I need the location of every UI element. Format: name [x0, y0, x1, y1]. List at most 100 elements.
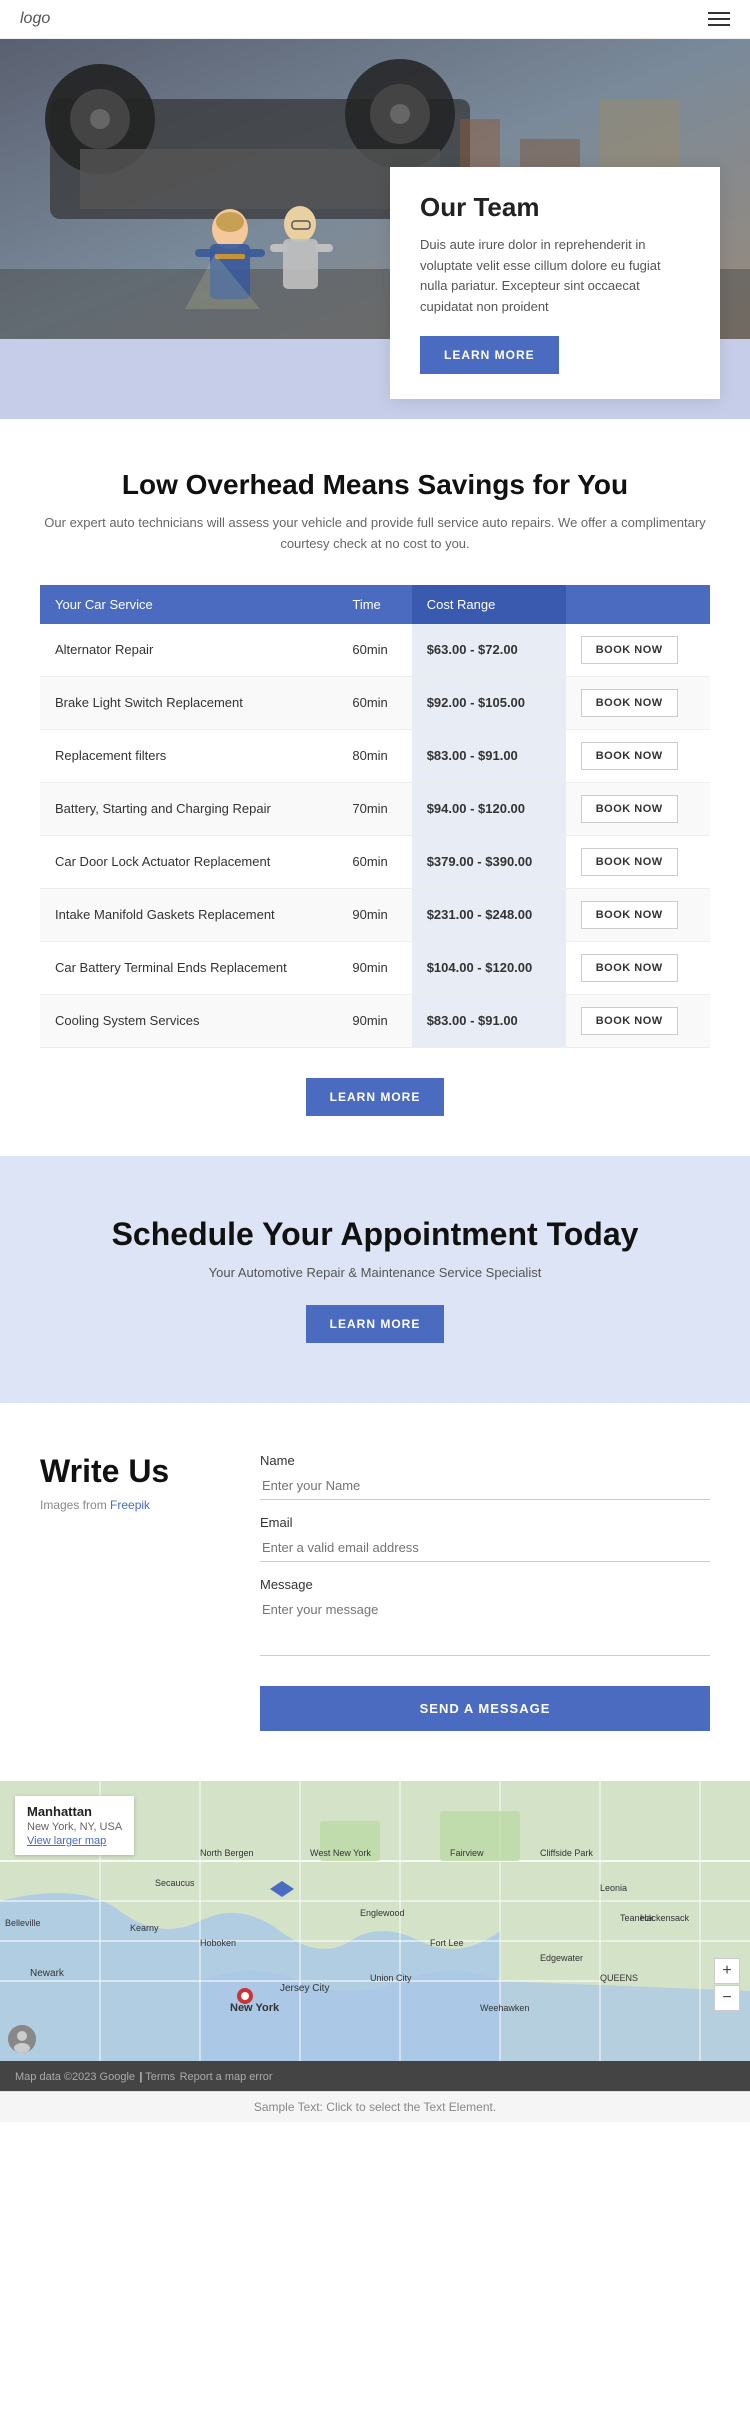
- name-label: Name: [260, 1453, 710, 1468]
- book-now-button[interactable]: BOOK NOW: [581, 795, 678, 823]
- service-table: Your Car Service Time Cost Range Alterna…: [40, 585, 710, 1048]
- table-row: Car Battery Terminal Ends Replacement 90…: [40, 941, 710, 994]
- svg-text:Weehawken: Weehawken: [480, 2003, 529, 2013]
- service-time: 80min: [337, 729, 411, 782]
- map-address: New York, NY, USA: [27, 1821, 122, 1833]
- col-header-service: Your Car Service: [40, 585, 337, 624]
- service-name: Replacement filters: [40, 729, 337, 782]
- svg-text:Kearny: Kearny: [130, 1923, 159, 1933]
- service-book-cell: BOOK NOW: [566, 676, 710, 729]
- book-now-button[interactable]: BOOK NOW: [581, 742, 678, 770]
- freepik-link[interactable]: Freepik: [110, 1498, 150, 1512]
- book-now-button[interactable]: BOOK NOW: [581, 901, 678, 929]
- svg-text:Edgewater: Edgewater: [540, 1953, 583, 1963]
- hero-title: Our Team: [420, 192, 690, 223]
- svg-text:Hackensack: Hackensack: [640, 1913, 690, 1923]
- savings-learn-more-container: LEARN MORE: [40, 1078, 710, 1116]
- service-book-cell: BOOK NOW: [566, 624, 710, 677]
- svg-text:Fort Lee: Fort Lee: [430, 1938, 464, 1948]
- zoom-out-button[interactable]: −: [714, 1985, 740, 2011]
- service-name: Battery, Starting and Charging Repair: [40, 782, 337, 835]
- svg-text:Belleville: Belleville: [5, 1918, 41, 1928]
- table-row: Intake Manifold Gaskets Replacement 90mi…: [40, 888, 710, 941]
- hamburger-menu[interactable]: [708, 12, 730, 26]
- bottom-bar-text: Sample Text: Click to select the Text El…: [254, 2100, 496, 2114]
- service-cost: $104.00 - $120.00: [412, 941, 566, 994]
- map-report-link[interactable]: Terms: [145, 2071, 175, 2083]
- svg-text:West New York: West New York: [310, 1848, 371, 1858]
- zoom-in-button[interactable]: +: [714, 1958, 740, 1984]
- table-row: Alternator Repair 60min $63.00 - $72.00 …: [40, 624, 710, 677]
- view-larger-map-link[interactable]: View larger map: [27, 1835, 106, 1847]
- svg-text:Leonia: Leonia: [600, 1883, 627, 1893]
- service-cost: $92.00 - $105.00: [412, 676, 566, 729]
- map-footer-report: Report a map error: [180, 2071, 273, 2083]
- svg-text:Englewood: Englewood: [360, 1908, 405, 1918]
- book-now-button[interactable]: BOOK NOW: [581, 848, 678, 876]
- service-cost: $94.00 - $120.00: [412, 782, 566, 835]
- service-book-cell: BOOK NOW: [566, 888, 710, 941]
- name-input[interactable]: [260, 1472, 710, 1500]
- table-row: Car Door Lock Actuator Replacement 60min…: [40, 835, 710, 888]
- svg-text:Secaucus: Secaucus: [155, 1878, 195, 1888]
- send-message-button[interactable]: SEND A MESSAGE: [260, 1686, 710, 1731]
- map-footer: Map data ©2023 Google | Terms Report a m…: [0, 2061, 750, 2091]
- service-book-cell: BOOK NOW: [566, 782, 710, 835]
- hamburger-line-2: [708, 18, 730, 20]
- svg-text:Cliffside Park: Cliffside Park: [540, 1848, 593, 1858]
- table-row: Brake Light Switch Replacement 60min $92…: [40, 676, 710, 729]
- appointment-learn-more-button[interactable]: LEARN MORE: [306, 1305, 445, 1343]
- bottom-bar: Sample Text: Click to select the Text El…: [0, 2091, 750, 2122]
- col-header-cost: Cost Range: [412, 585, 566, 624]
- svg-text:North Bergen: North Bergen: [200, 1848, 254, 1858]
- service-name: Cooling System Services: [40, 994, 337, 1047]
- write-us-section: Write Us Images from Freepik Name Email …: [0, 1403, 750, 1781]
- write-us-title: Write Us: [40, 1453, 220, 1490]
- svg-text:Hoboken: Hoboken: [200, 1938, 236, 1948]
- message-textarea[interactable]: [260, 1596, 710, 1656]
- map-avatar: [8, 2025, 36, 2053]
- service-name: Car Battery Terminal Ends Replacement: [40, 941, 337, 994]
- service-cost: $379.00 - $390.00: [412, 835, 566, 888]
- email-input[interactable]: [260, 1534, 710, 1562]
- hero-section: Our Team Duis aute irure dolor in repreh…: [0, 39, 750, 419]
- logo: logo: [20, 10, 50, 28]
- map-location-label: Manhattan New York, NY, USA View larger …: [15, 1796, 134, 1855]
- book-now-button[interactable]: BOOK NOW: [581, 689, 678, 717]
- service-cost: $63.00 - $72.00: [412, 624, 566, 677]
- message-field-group: Message: [260, 1577, 710, 1661]
- book-now-button[interactable]: BOOK NOW: [581, 954, 678, 982]
- write-us-left: Write Us Images from Freepik: [40, 1453, 220, 1731]
- savings-subtitle: Our expert auto technicians will assess …: [40, 513, 710, 555]
- book-now-button[interactable]: BOOK NOW: [581, 636, 678, 664]
- table-row: Battery, Starting and Charging Repair 70…: [40, 782, 710, 835]
- service-cost: $83.00 - $91.00: [412, 994, 566, 1047]
- appointment-section: Schedule Your Appointment Today Your Aut…: [0, 1156, 750, 1403]
- hamburger-line-1: [708, 12, 730, 14]
- map-terms-link[interactable]: Map data ©2023 Google: [15, 2071, 135, 2083]
- service-name: Brake Light Switch Replacement: [40, 676, 337, 729]
- savings-title: Low Overhead Means Savings for You: [40, 469, 710, 501]
- service-name: Car Door Lock Actuator Replacement: [40, 835, 337, 888]
- service-time: 60min: [337, 835, 411, 888]
- contact-form: Name Email Message SEND A MESSAGE: [260, 1453, 710, 1731]
- svg-text:QUEENS: QUEENS: [600, 1973, 638, 1983]
- service-time: 60min: [337, 624, 411, 677]
- map-background: New York Newark Secaucus Kearny Bellevil…: [0, 1781, 750, 2061]
- avatar-icon: [8, 2025, 36, 2053]
- service-name: Intake Manifold Gaskets Replacement: [40, 888, 337, 941]
- service-book-cell: BOOK NOW: [566, 994, 710, 1047]
- email-label: Email: [260, 1515, 710, 1530]
- map-footer-left: Map data ©2023 Google | Terms Report a m…: [15, 2067, 273, 2085]
- header: logo: [0, 0, 750, 39]
- savings-learn-more-button[interactable]: LEARN MORE: [306, 1078, 445, 1116]
- appointment-title: Schedule Your Appointment Today: [40, 1216, 710, 1253]
- hero-learn-more-button[interactable]: LEARN MORE: [420, 336, 559, 374]
- book-now-button[interactable]: BOOK NOW: [581, 1007, 678, 1035]
- col-header-action: [566, 585, 710, 624]
- service-cost: $83.00 - $91.00: [412, 729, 566, 782]
- name-field-group: Name: [260, 1453, 710, 1500]
- service-time: 90min: [337, 941, 411, 994]
- svg-text:Union City: Union City: [370, 1973, 412, 1983]
- appointment-subtitle: Your Automotive Repair & Maintenance Ser…: [40, 1265, 710, 1280]
